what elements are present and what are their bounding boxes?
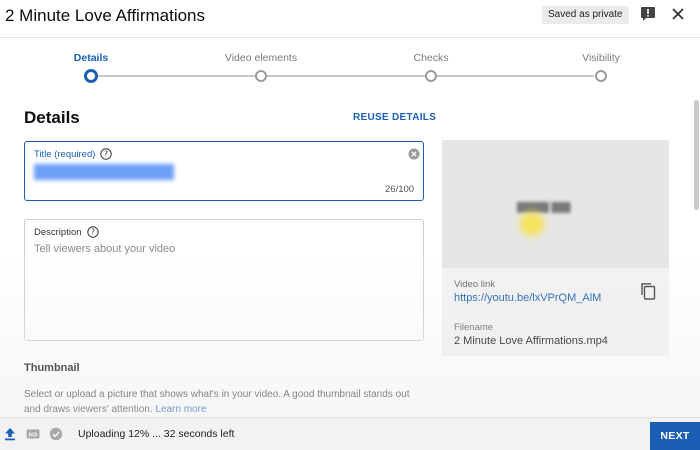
title-field-label: Title (required) ? [34, 148, 113, 160]
copy-icon[interactable] [640, 282, 656, 300]
video-preview[interactable]: █████ ███ [442, 140, 669, 268]
title-char-count: 26/100 [385, 184, 415, 195]
title-input-value[interactable] [34, 164, 174, 180]
section-title: Details [24, 108, 80, 127]
thumbnail-text: Select or upload a picture that shows wh… [24, 389, 410, 415]
next-button[interactable]: NEXT [650, 422, 700, 450]
footer-bar: HD Uploading 12% ... 32 seconds left NEX… [0, 417, 700, 450]
step-checks-dot[interactable] [425, 70, 437, 82]
hd-icon: HD [26, 427, 40, 441]
check-icon [49, 427, 63, 441]
help-icon[interactable]: ? [100, 148, 113, 160]
video-link[interactable]: https://youtu.be/lxVPrQM_AlM [454, 292, 601, 304]
scrollbar-thumb[interactable] [694, 100, 699, 210]
video-info-panel: █████ ███ Video link https://youtu.be/lx… [442, 140, 669, 356]
description-placeholder: Tell viewers about your video [34, 243, 176, 255]
description-label-text: Description [34, 226, 82, 238]
step-details-label[interactable]: Details [74, 52, 108, 64]
step-video-elements-label[interactable]: Video elements [225, 52, 297, 64]
title-label-text: Title (required) [34, 148, 96, 160]
step-visibility-dot[interactable] [595, 70, 607, 82]
close-icon[interactable] [669, 5, 687, 23]
help-icon[interactable]: ? [86, 226, 99, 238]
description-field-label: Description ? [34, 226, 99, 238]
svg-text:?: ? [104, 150, 108, 159]
thumbnail-description: Select or upload a picture that shows wh… [24, 387, 424, 417]
filename-value: 2 Minute Love Affirmations.mp4 [454, 335, 608, 347]
step-details-dot[interactable] [84, 69, 98, 83]
preview-processing-text: █████ ███ [517, 202, 571, 212]
header: 2 Minute Love Affirmations Saved as priv… [0, 0, 700, 38]
title-field[interactable]: Title (required) ? 26/100 [24, 141, 424, 201]
svg-text:?: ? [91, 228, 95, 237]
clear-icon[interactable] [408, 147, 420, 160]
mouse-cursor-highlight [520, 212, 544, 236]
video-link-label: Video link [454, 279, 496, 290]
saved-status-badge: Saved as private [542, 6, 629, 24]
step-visibility-label[interactable]: Visibility [582, 52, 620, 64]
step-checks-label[interactable]: Checks [413, 52, 448, 64]
step-video-elements-dot[interactable] [255, 70, 267, 82]
thumbnail-heading: Thumbnail [24, 362, 80, 374]
description-field[interactable]: Description ? Tell viewers about your vi… [24, 219, 424, 341]
upload-status-text: Uploading 12% ... 32 seconds left [78, 428, 235, 440]
video-title-heading: 2 Minute Love Affirmations [5, 6, 206, 25]
filename-label: Filename [454, 322, 494, 333]
svg-text:HD: HD [28, 433, 38, 439]
upload-icon [3, 427, 17, 441]
feedback-icon[interactable] [639, 5, 657, 23]
stepper-track [96, 75, 594, 77]
reuse-details-button[interactable]: REUSE DETAILS [353, 112, 436, 123]
learn-more-link[interactable]: Learn more [155, 404, 206, 415]
